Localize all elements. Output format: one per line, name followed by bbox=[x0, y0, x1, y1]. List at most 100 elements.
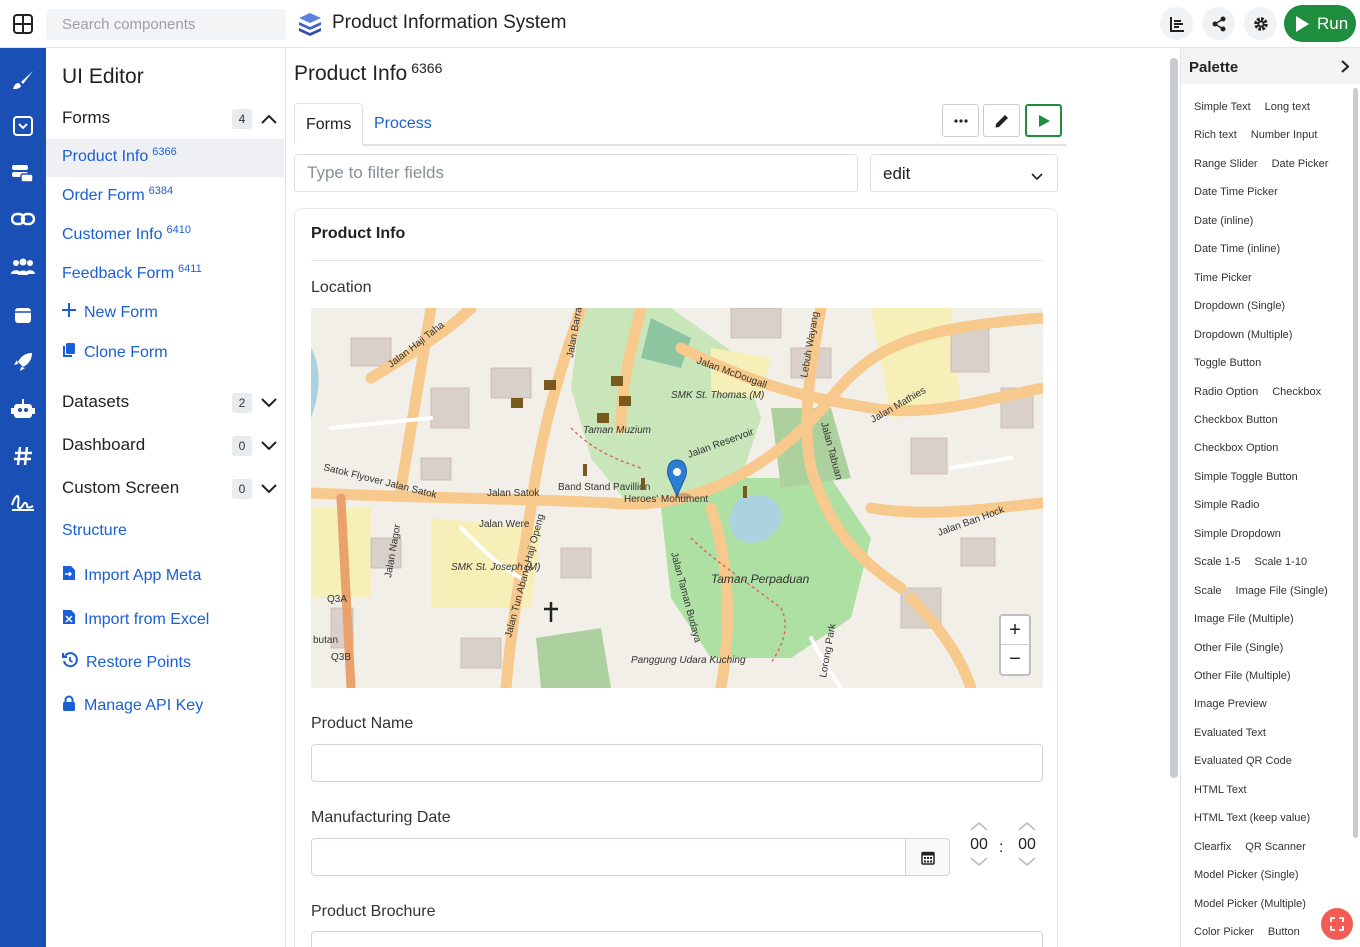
palette-item[interactable]: Scale 1-10 bbox=[1249, 553, 1313, 572]
field-filter-input[interactable] bbox=[294, 154, 858, 192]
palette-item[interactable]: Scale 1-5 bbox=[1189, 553, 1246, 572]
palette-scrollbar[interactable] bbox=[1353, 88, 1358, 838]
form-item-product-info[interactable]: Product Info 6366 bbox=[46, 139, 284, 177]
palette-item[interactable]: Checkbox Button bbox=[1189, 410, 1283, 429]
palette-item[interactable]: Date (inline) bbox=[1189, 211, 1259, 230]
hour-down-icon[interactable] bbox=[967, 857, 991, 869]
import-app-meta-link[interactable]: Import App Meta bbox=[62, 565, 201, 586]
apps-grid-icon[interactable] bbox=[0, 0, 46, 48]
form-item-order-form[interactable]: Order Form 6384 bbox=[46, 178, 284, 216]
palette-item[interactable]: Checkbox Option bbox=[1189, 439, 1284, 458]
robot-icon[interactable] bbox=[9, 395, 37, 423]
palette-row: Date (inline) bbox=[1189, 211, 1259, 230]
form-item-feedback-form[interactable]: Feedback Form 6411 bbox=[46, 256, 284, 294]
palette-item[interactable]: Toggle Button bbox=[1189, 354, 1267, 373]
minute-value[interactable]: 00 bbox=[1015, 833, 1039, 857]
edit-button[interactable] bbox=[983, 104, 1020, 137]
database-icon[interactable] bbox=[9, 159, 37, 187]
hashtag-icon[interactable] bbox=[9, 442, 37, 470]
palette-item[interactable]: Color Picker bbox=[1189, 923, 1259, 942]
restore-points-label: Restore Points bbox=[86, 653, 191, 671]
link-icon[interactable] bbox=[9, 205, 37, 233]
palette-item[interactable]: Simple Toggle Button bbox=[1189, 467, 1303, 486]
palette-item[interactable]: QR Scanner bbox=[1240, 837, 1311, 856]
datasets-section-header[interactable]: Datasets 2 bbox=[46, 383, 286, 421]
palette-item[interactable]: Image Preview bbox=[1189, 695, 1272, 714]
hour-value[interactable]: 00 bbox=[967, 833, 991, 857]
palette-item[interactable]: Image File (Single) bbox=[1230, 581, 1333, 600]
palette-item[interactable]: Model Picker (Single) bbox=[1189, 866, 1304, 885]
lock-icon bbox=[62, 695, 76, 716]
palette-item[interactable]: Checkbox bbox=[1267, 382, 1327, 401]
preview-run-button[interactable] bbox=[1025, 104, 1062, 137]
palette-item[interactable]: Range Slider bbox=[1189, 154, 1263, 173]
more-button[interactable] bbox=[942, 104, 979, 137]
structure-link[interactable]: Structure bbox=[62, 522, 127, 540]
fullscreen-button[interactable] bbox=[1321, 908, 1353, 940]
dashboard-section-header[interactable]: Dashboard 0 bbox=[46, 426, 286, 464]
search-input[interactable] bbox=[46, 9, 286, 40]
palette-item[interactable]: Scale bbox=[1189, 581, 1227, 600]
palette-item[interactable]: Button bbox=[1262, 923, 1305, 942]
new-form-link[interactable]: New Form bbox=[62, 303, 158, 322]
palette-row: Checkbox Option bbox=[1189, 439, 1284, 458]
hour-up-icon[interactable] bbox=[967, 821, 991, 833]
forms-section-header[interactable]: Forms 4 bbox=[46, 99, 286, 137]
rocket-icon[interactable] bbox=[9, 348, 37, 376]
minute-up-icon[interactable] bbox=[1015, 821, 1039, 833]
palette-item[interactable]: Date Picker bbox=[1266, 154, 1334, 173]
tab-forms[interactable]: Forms bbox=[294, 103, 363, 146]
palette-item[interactable]: Clearfix bbox=[1189, 837, 1237, 856]
palette-item[interactable]: Evaluated Text bbox=[1189, 723, 1271, 742]
palette-item[interactable]: Time Picker bbox=[1189, 268, 1257, 287]
zoom-in-button[interactable]: + bbox=[1001, 616, 1029, 645]
archive-icon[interactable] bbox=[9, 301, 37, 329]
clone-form-link[interactable]: Clone Form bbox=[62, 342, 168, 363]
palette-item[interactable]: Long text bbox=[1259, 98, 1315, 116]
inbox-icon[interactable] bbox=[9, 112, 37, 140]
mode-select[interactable]: edit bbox=[870, 154, 1058, 192]
zoom-out-button[interactable]: − bbox=[1001, 645, 1029, 674]
map-label: Taman Perpaduan bbox=[711, 572, 810, 586]
palette-item[interactable]: Simple Dropdown bbox=[1189, 524, 1286, 543]
palette-item[interactable]: Image File (Multiple) bbox=[1189, 610, 1299, 629]
palette-item[interactable]: Dropdown (Multiple) bbox=[1189, 325, 1298, 344]
palette-item[interactable]: Other File (Multiple) bbox=[1189, 667, 1296, 685]
palette-item[interactable]: Dropdown (Single) bbox=[1189, 297, 1291, 316]
users-icon[interactable] bbox=[9, 254, 37, 282]
tab-process[interactable]: Process bbox=[363, 103, 443, 146]
palette-item[interactable]: Other File (Single) bbox=[1189, 638, 1289, 657]
location-map[interactable]: Jalan Haji Taha Jalan Barra Jalan McDoug… bbox=[311, 308, 1043, 688]
palette-item[interactable]: Date Time Picker bbox=[1189, 183, 1283, 202]
palette-item[interactable]: Radio Option bbox=[1189, 382, 1264, 401]
run-button[interactable]: Run bbox=[1284, 5, 1356, 42]
palette-item[interactable]: Date Time (inline) bbox=[1189, 240, 1286, 259]
custom-screen-section-header[interactable]: Custom Screen 0 bbox=[46, 469, 286, 507]
product-name-input[interactable] bbox=[311, 744, 1043, 782]
palette-item[interactable]: HTML Text bbox=[1189, 780, 1252, 799]
palette-header[interactable]: Palette bbox=[1181, 48, 1360, 84]
palette-item[interactable]: Model Picker (Multiple) bbox=[1189, 894, 1311, 913]
minute-down-icon[interactable] bbox=[1015, 857, 1039, 869]
product-brochure-upload[interactable] bbox=[311, 931, 1043, 947]
calendar-button[interactable] bbox=[905, 838, 950, 876]
brush-icon[interactable] bbox=[9, 66, 37, 94]
layout-icon[interactable] bbox=[1160, 7, 1193, 40]
palette-item[interactable]: Number Input bbox=[1245, 126, 1323, 145]
palette-item[interactable]: Simple Text bbox=[1189, 98, 1256, 116]
main-scrollbar[interactable] bbox=[1170, 58, 1178, 778]
chevron-up-icon bbox=[261, 111, 277, 129]
manufacturing-date-input[interactable] bbox=[311, 838, 906, 876]
form-item-customer-info[interactable]: Customer Info 6410 bbox=[46, 217, 284, 255]
share-icon[interactable] bbox=[1202, 7, 1235, 40]
palette-item[interactable]: HTML Text (keep value) bbox=[1189, 809, 1316, 828]
import-from-excel-link[interactable]: Import from Excel bbox=[62, 609, 209, 630]
palette-item[interactable]: Rich text bbox=[1189, 126, 1242, 145]
restore-points-link[interactable]: Restore Points bbox=[62, 652, 191, 673]
palette-row: Simple Radio bbox=[1189, 496, 1265, 515]
gear-icon[interactable] bbox=[1244, 7, 1277, 40]
signature-icon[interactable] bbox=[9, 489, 37, 517]
palette-item[interactable]: Simple Radio bbox=[1189, 496, 1265, 515]
palette-item[interactable]: Evaluated QR Code bbox=[1189, 752, 1297, 771]
manage-api-key-link[interactable]: Manage API Key bbox=[62, 695, 203, 716]
